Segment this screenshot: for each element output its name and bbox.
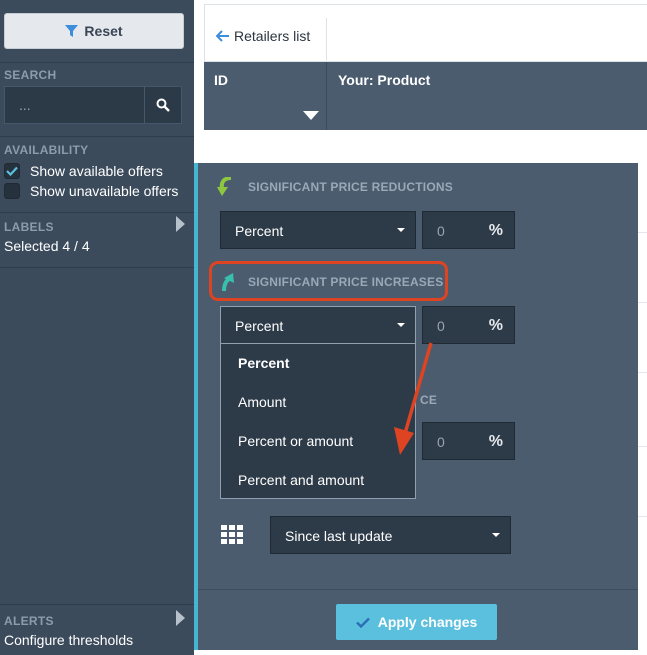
sort-down-icon[interactable] xyxy=(303,111,319,120)
checkmark-icon xyxy=(6,166,18,176)
chevron-down-icon xyxy=(397,228,405,232)
reductions-type-value: Percent xyxy=(235,223,284,239)
since-value: Since last update xyxy=(285,528,393,544)
dropdown-option-amount[interactable]: Amount xyxy=(238,394,286,410)
row-divider xyxy=(638,516,647,517)
checkbox-checked[interactable] xyxy=(4,163,20,179)
show-available-label: Show available offers xyxy=(30,163,163,179)
third-value-input[interactable]: 0 % xyxy=(422,422,515,460)
panel-footer-divider xyxy=(198,589,638,590)
apply-changes-button[interactable]: Apply changes xyxy=(336,604,497,640)
divider xyxy=(0,267,194,268)
reset-button[interactable]: Reset xyxy=(4,13,184,49)
arrow-left-icon xyxy=(216,30,229,42)
dropdown-option-percent-or-amount[interactable]: Percent or amount xyxy=(238,433,353,449)
reductions-value: 0 xyxy=(437,223,445,239)
grid-icon xyxy=(221,525,243,544)
search-heading: SEARCH xyxy=(4,68,57,82)
row-divider xyxy=(638,446,647,447)
toolbar-separator xyxy=(326,18,327,60)
availability-heading: AVAILABILITY xyxy=(4,143,89,157)
show-available-checkbox[interactable]: Show available offers xyxy=(4,163,163,179)
search-input[interactable]: ... xyxy=(4,86,144,124)
dropdown-option-percent[interactable]: Percent xyxy=(238,355,289,371)
annotation-highlight xyxy=(209,261,448,301)
third-value: 0 xyxy=(437,434,445,450)
chevron-down-icon xyxy=(397,323,405,327)
divider xyxy=(0,136,194,137)
column-separator xyxy=(326,62,327,130)
search-button[interactable] xyxy=(144,86,182,124)
increases-type-select[interactable]: Percent xyxy=(220,306,416,344)
type-dropdown-menu: Percent Amount Percent or amount Percent… xyxy=(220,344,416,499)
checkmark-icon xyxy=(355,617,370,628)
percent-icon: % xyxy=(488,317,503,334)
labels-heading: LABELS xyxy=(4,220,54,234)
dropdown-option-percent-and-amount[interactable]: Percent and amount xyxy=(238,472,364,488)
alerts-section[interactable]: ALERTS Configure thresholds xyxy=(0,604,194,655)
row-divider xyxy=(638,372,647,373)
alerts-expand-icon[interactable] xyxy=(176,610,185,626)
increases-value-input[interactable]: 0 % xyxy=(422,306,515,344)
labels-value[interactable]: Selected 4 / 4 xyxy=(4,238,90,254)
reset-label: Reset xyxy=(84,23,123,39)
filter-icon xyxy=(65,24,79,37)
labels-expand-icon[interactable] xyxy=(176,216,185,232)
reductions-type-select[interactable]: Percent xyxy=(220,211,416,249)
sidebar: Reset SEARCH ... AVAILABILITY Show avail… xyxy=(0,0,194,655)
reductions-value-input[interactable]: 0 % xyxy=(422,211,515,249)
show-unavailable-label: Show unavailable offers xyxy=(30,183,179,199)
percent-icon: % xyxy=(488,222,503,239)
retailers-list-link[interactable]: Retailers list xyxy=(216,28,310,44)
divider xyxy=(0,212,194,213)
row-divider xyxy=(638,302,647,303)
retailers-list-label: Retailers list xyxy=(234,28,311,44)
search-icon xyxy=(156,98,170,112)
alerts-heading: ALERTS xyxy=(4,614,54,628)
increases-type-value: Percent xyxy=(235,318,284,334)
since-select[interactable]: Since last update xyxy=(270,516,511,554)
price-down-arrow-icon xyxy=(217,177,232,196)
row-divider xyxy=(638,232,647,233)
alerts-value[interactable]: Configure thresholds xyxy=(4,632,133,648)
chevron-down-icon xyxy=(492,533,500,537)
third-section-title: CE xyxy=(420,393,438,407)
column-header-product[interactable]: Your: Product xyxy=(338,72,430,88)
reductions-title: SIGNIFICANT PRICE REDUCTIONS xyxy=(248,180,453,194)
column-header-id[interactable]: ID xyxy=(214,72,228,88)
show-unavailable-checkbox[interactable]: Show unavailable offers xyxy=(4,183,178,199)
checkbox-unchecked[interactable] xyxy=(4,183,20,199)
increases-value: 0 xyxy=(437,318,445,334)
apply-changes-label: Apply changes xyxy=(377,614,478,630)
divider xyxy=(0,62,194,63)
percent-icon: % xyxy=(488,433,503,450)
